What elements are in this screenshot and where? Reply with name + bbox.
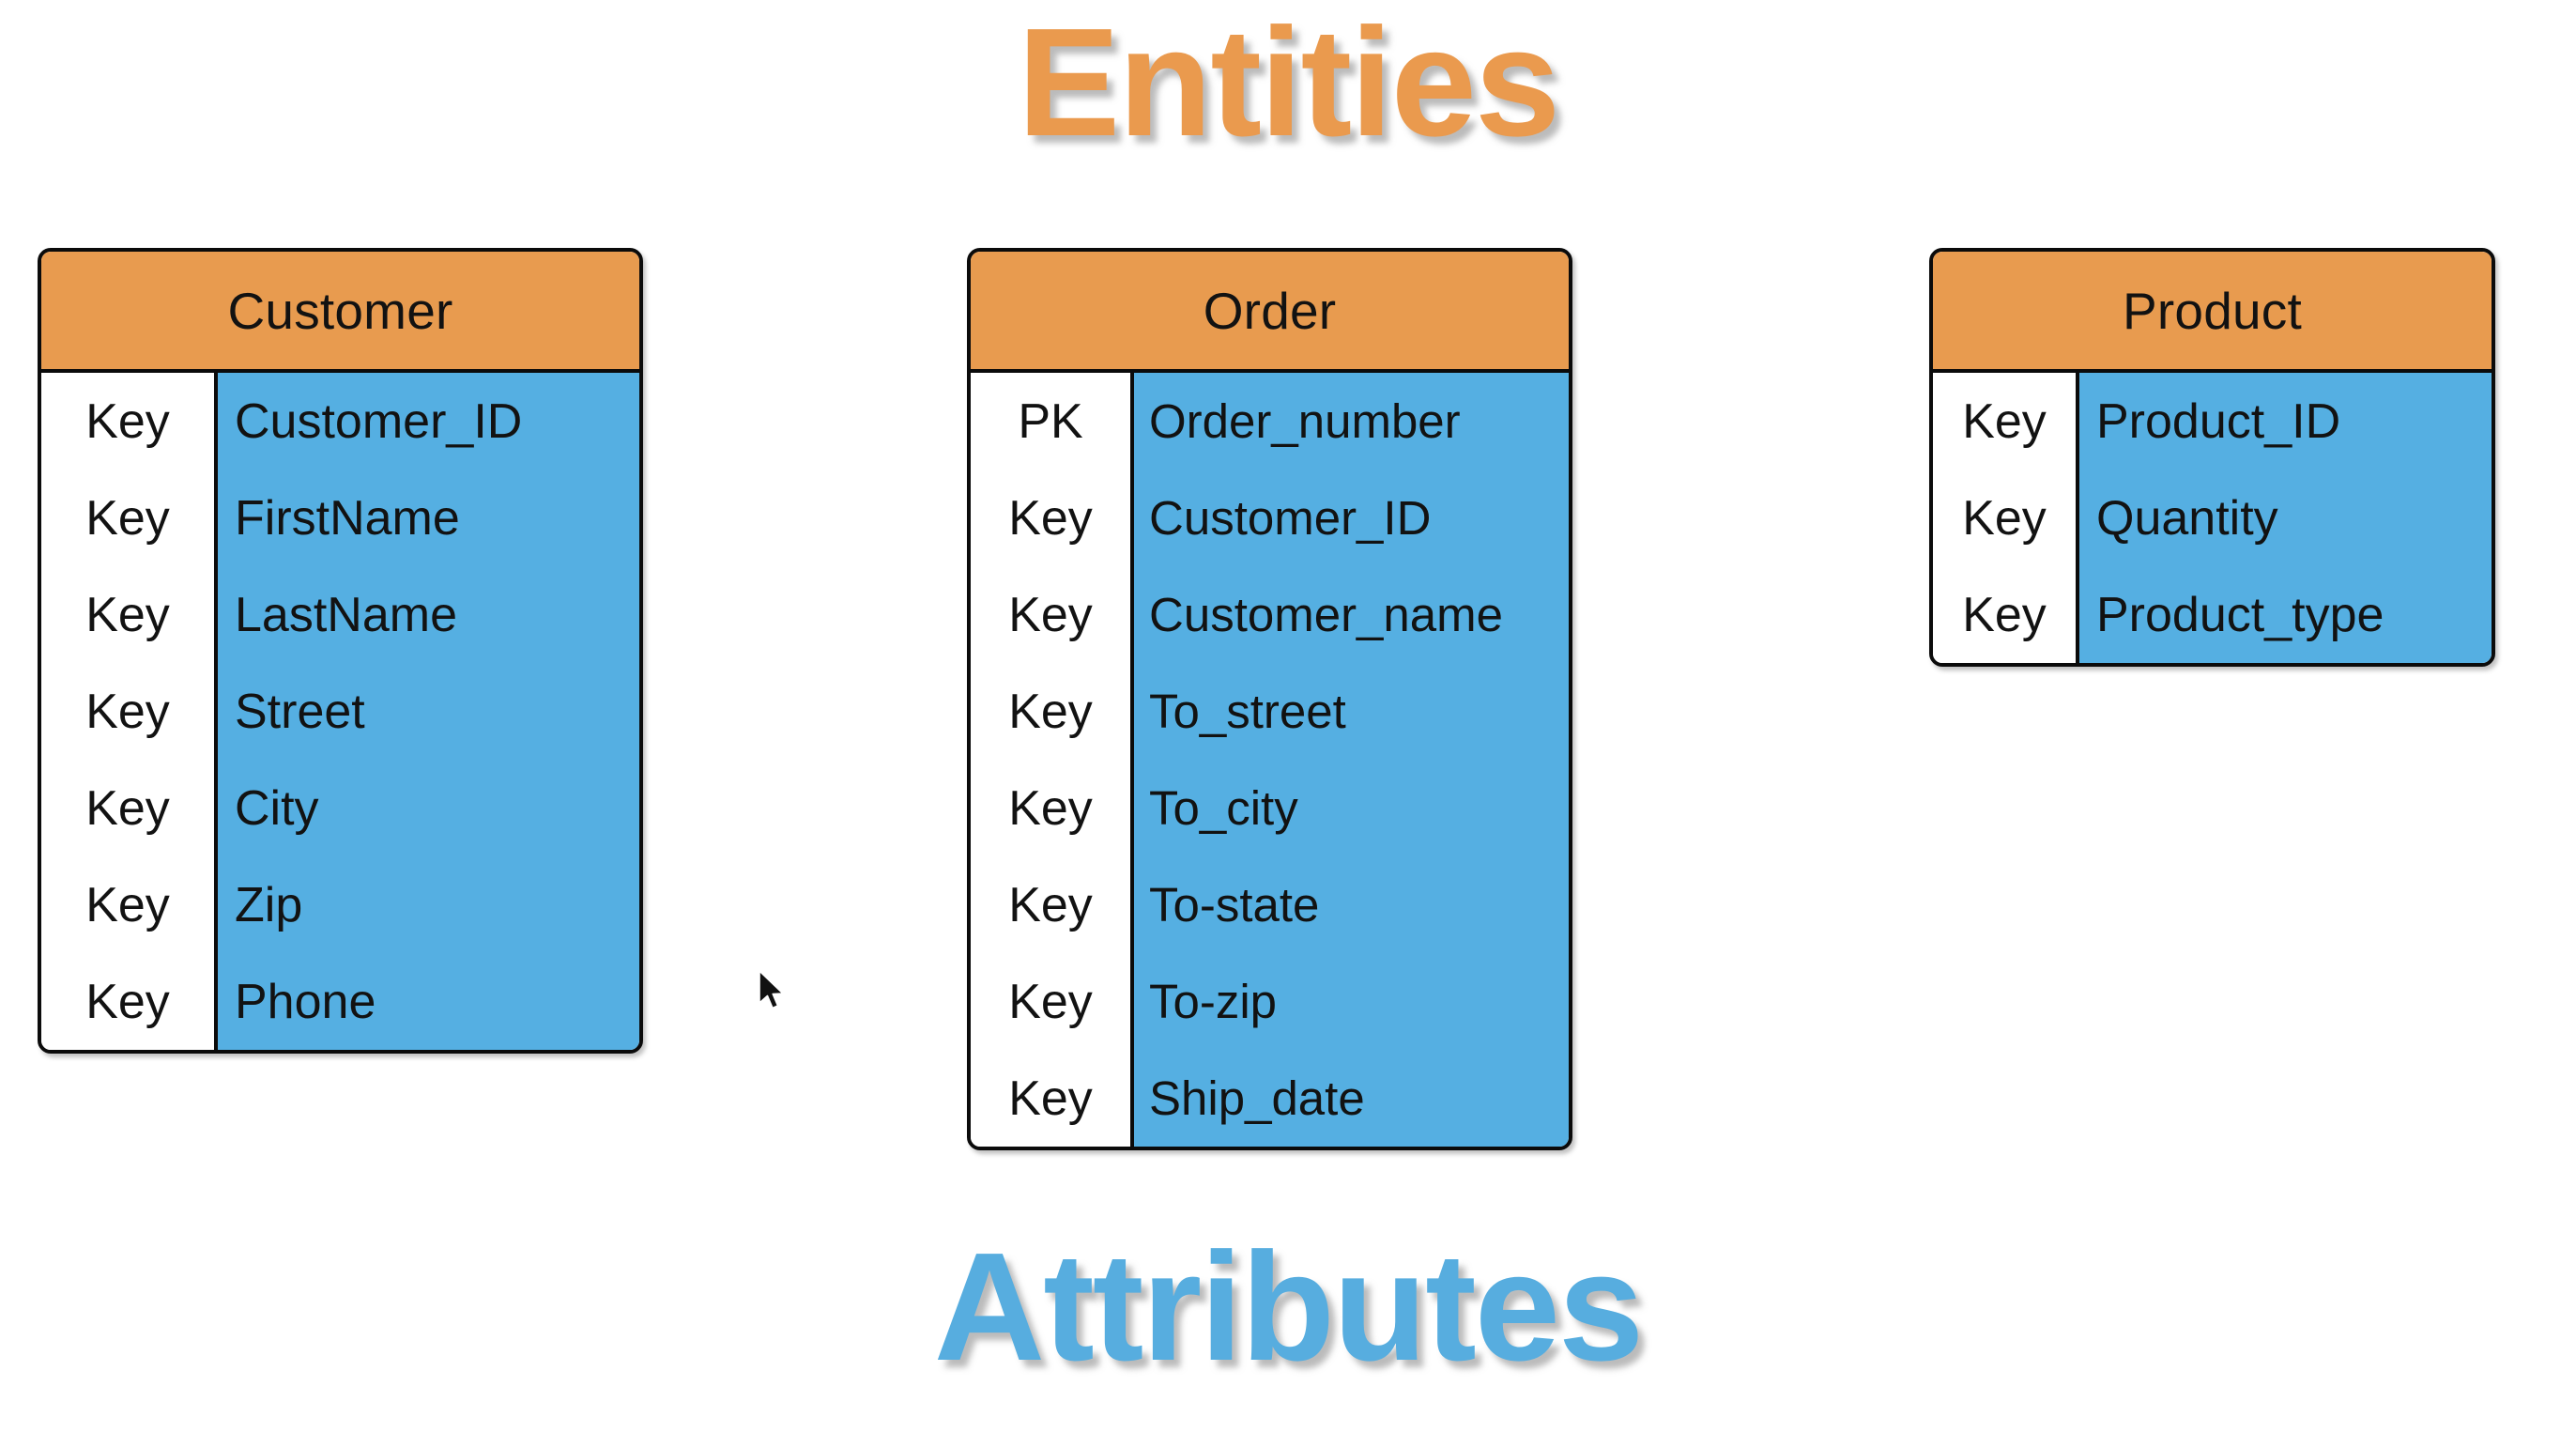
key-cell: Key <box>1008 974 1093 1029</box>
attribute-cell: LastName <box>235 587 457 642</box>
key-cell: Key <box>85 877 170 932</box>
entity-body-customer: Key Key Key Key Key Key Key Customer_ID … <box>41 373 639 1050</box>
attribute-column-product: Product_ID Quantity Product_type <box>2079 373 2492 663</box>
attribute-column-order: Order_number Customer_ID Customer_name T… <box>1134 373 1569 1147</box>
key-cell: Key <box>1008 1071 1093 1126</box>
entity-header-order: Order <box>971 252 1569 373</box>
attribute-cell: Street <box>235 684 365 739</box>
entity-table-customer: Customer Key Key Key Key Key Key Key Cus… <box>38 248 643 1054</box>
attributes-section-title: Attributes <box>933 1221 1644 1393</box>
attribute-cell: To-state <box>1149 878 1320 932</box>
mouse-cursor-icon <box>759 970 784 1009</box>
attribute-cell: City <box>235 780 319 836</box>
attribute-cell: To_city <box>1149 781 1298 835</box>
entity-header-customer: Customer <box>41 252 639 373</box>
key-cell: Key <box>85 393 170 449</box>
entity-body-order: PK Key Key Key Key Key Key Key Order_num… <box>971 373 1569 1147</box>
key-cell: PK <box>1018 393 1083 449</box>
key-cell: Key <box>85 490 170 546</box>
key-cell: Key <box>1008 684 1093 739</box>
key-cell: Key <box>1962 587 2047 642</box>
attribute-cell: Phone <box>235 974 376 1029</box>
attribute-cell: Quantity <box>2096 490 2278 546</box>
attribute-cell: Product_ID <box>2096 393 2341 449</box>
key-column-product: Key Key Key <box>1933 373 2079 663</box>
key-cell: Key <box>1008 780 1093 836</box>
attribute-cell: To-zip <box>1149 975 1278 1028</box>
key-cell: Key <box>1008 877 1093 932</box>
attribute-cell: Product_type <box>2096 587 2384 642</box>
key-cell: Key <box>1008 490 1093 546</box>
entity-body-product: Key Key Key Product_ID Quantity Product_… <box>1933 373 2492 663</box>
key-cell: Key <box>1962 490 2047 546</box>
attribute-cell: Order_number <box>1149 394 1461 448</box>
key-cell: Key <box>85 684 170 739</box>
entity-header-product: Product <box>1933 252 2492 373</box>
entity-table-order: Order PK Key Key Key Key Key Key Key Ord… <box>967 248 1572 1150</box>
attribute-column-customer: Customer_ID FirstName LastName Street Ci… <box>218 373 639 1050</box>
attribute-cell: Customer_name <box>1149 588 1503 641</box>
attribute-cell: Ship_date <box>1149 1071 1365 1125</box>
key-cell: Key <box>85 780 170 836</box>
key-cell: Key <box>85 974 170 1029</box>
attribute-cell: To_street <box>1149 685 1346 738</box>
key-cell: Key <box>1962 393 2047 449</box>
attribute-cell: Zip <box>235 877 303 932</box>
key-cell: Key <box>1008 587 1093 642</box>
entity-table-product: Product Key Key Key Product_ID Quantity … <box>1929 248 2495 667</box>
entities-section-title: Entities <box>1017 0 1560 168</box>
key-column-customer: Key Key Key Key Key Key Key <box>41 373 218 1050</box>
key-column-order: PK Key Key Key Key Key Key Key <box>971 373 1134 1147</box>
attribute-cell: Customer_ID <box>235 393 523 449</box>
key-cell: Key <box>85 587 170 642</box>
attribute-cell: FirstName <box>235 490 460 546</box>
attribute-cell: Customer_ID <box>1149 491 1432 545</box>
